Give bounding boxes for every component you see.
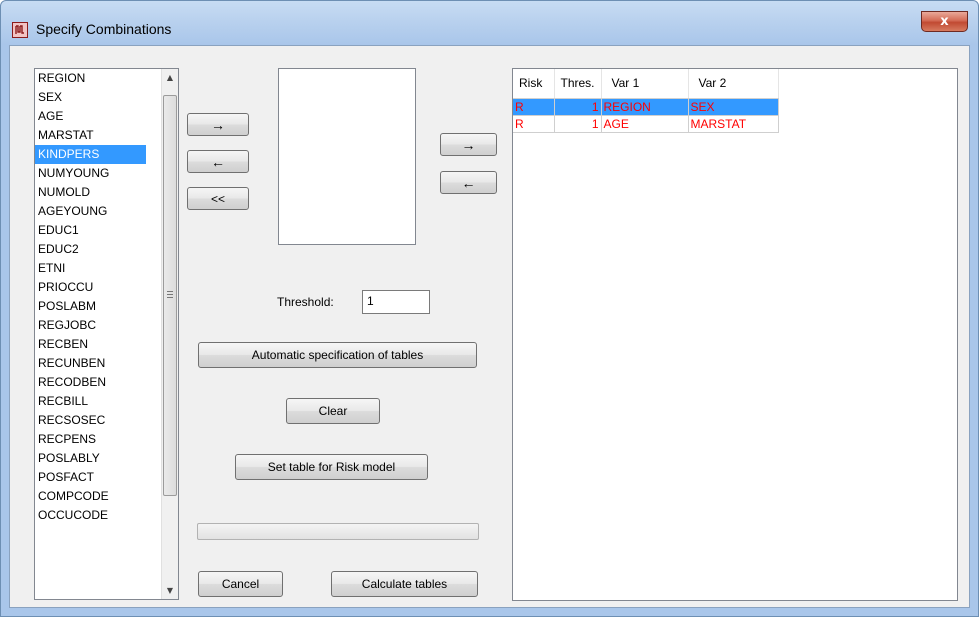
calculate-tables-button[interactable]: Calculate tables — [331, 571, 478, 597]
column-header-risk[interactable]: Risk — [513, 69, 555, 99]
variable-list-item[interactable]: PRIOCCU — [35, 278, 146, 297]
variable-list-item[interactable]: SEX — [35, 88, 146, 107]
variable-list-item[interactable]: NUMOLD — [35, 183, 146, 202]
remove-all-label: << — [210, 191, 225, 206]
variable-list-item[interactable]: REGION — [35, 69, 146, 88]
grip-line — [167, 291, 173, 292]
variable-list-scrollbar[interactable]: ▲ ▼ — [161, 69, 178, 599]
scrollbar-thumb[interactable] — [163, 95, 177, 496]
table-header-row: Risk Thres. Var 1 Var 2 — [513, 69, 779, 99]
grip-line — [167, 294, 173, 295]
table-cell-thres: 1 — [554, 115, 602, 133]
table-cell-risk: R — [513, 98, 555, 116]
add-variable-button[interactable]: → — [187, 113, 249, 136]
table-cell-var1: AGE — [601, 115, 689, 133]
table-row[interactable]: R 1 REGION SEX — [513, 98, 779, 116]
arrow-right-icon: → — [461, 136, 476, 153]
clear-button[interactable]: Clear — [286, 398, 380, 424]
threshold-label: Threshold: — [277, 295, 334, 309]
automatic-specification-label: Automatic specification of tables — [251, 348, 424, 362]
variable-list-item[interactable]: RECUNBEN — [35, 354, 146, 373]
variable-list-item[interactable]: KINDPERS — [35, 145, 146, 164]
variable-list-item[interactable]: OCCUCODE — [35, 506, 146, 525]
remove-variable-button[interactable]: ← — [187, 150, 249, 173]
close-button[interactable]: x — [921, 11, 968, 32]
set-table-risk-model-button[interactable]: Set table for Risk model — [235, 454, 428, 480]
variable-list-item[interactable]: REGJOBC — [35, 316, 146, 335]
variable-list-item[interactable]: COMPCODE — [35, 487, 146, 506]
variable-list-item[interactable]: RECBEN — [35, 335, 146, 354]
variable-list[interactable]: REGION SEX AGE MARSTAT KINDPERS NUMYOUNG NUMOL… — [34, 68, 179, 600]
variable-list-item[interactable]: RECBILL — [35, 392, 146, 411]
variable-list-item[interactable]: POSLABLY — [35, 449, 146, 468]
column-header-thres[interactable]: Thres. — [554, 69, 602, 99]
table-cell-var2: MARSTAT — [688, 115, 779, 133]
remove-all-variables-button[interactable]: << — [187, 187, 249, 210]
variable-list-item[interactable]: RECPENS — [35, 430, 146, 449]
scroll-down-icon[interactable]: ▼ — [162, 582, 178, 599]
arrow-right-icon: → — [211, 116, 225, 133]
table-cell-thres: 1 — [554, 98, 602, 116]
calculate-tables-label: Calculate tables — [361, 577, 448, 591]
variable-list-item[interactable]: EDUC1 — [35, 221, 146, 240]
variable-list-item[interactable]: POSFACT — [35, 468, 146, 487]
set-table-risk-model-label: Set table for Risk model — [267, 460, 396, 474]
column-header-var2[interactable]: Var 2 — [688, 69, 779, 99]
variable-list-item[interactable]: AGE — [35, 107, 146, 126]
variable-list-item[interactable]: NUMYOUNG — [35, 164, 146, 183]
progress-bar — [197, 523, 479, 540]
variable-list-item[interactable]: RECSOSEC — [35, 411, 146, 430]
arrow-left-icon: ← — [211, 153, 225, 170]
variable-list-items: REGION SEX AGE MARSTAT KINDPERS NUMYOUNG NUMOL… — [35, 69, 178, 525]
remove-table-button[interactable]: ← — [440, 171, 497, 194]
add-table-button[interactable]: → — [440, 133, 497, 156]
selected-variables-list[interactable] — [278, 68, 416, 245]
table-cell-var2: SEX — [688, 98, 779, 116]
table-body: R 1 REGION SEX R 1 AGE MARSTAT — [513, 98, 779, 133]
variable-list-item[interactable]: POSLABM — [35, 297, 146, 316]
threshold-input[interactable]: 1 — [362, 290, 430, 314]
grip-line — [167, 297, 173, 298]
column-header-var1[interactable]: Var 1 — [601, 69, 689, 99]
cancel-label: Cancel — [221, 577, 260, 591]
variable-list-item[interactable]: AGEYOUNG — [35, 202, 146, 221]
variable-list-item[interactable]: MARSTAT — [35, 126, 146, 145]
clear-label: Clear — [318, 404, 348, 418]
automatic-specification-button[interactable]: Automatic specification of tables — [198, 342, 477, 368]
variable-list-item[interactable]: RECODBEN — [35, 373, 146, 392]
title-bar[interactable]: Specify Combinations x — [1, 1, 978, 45]
variable-list-item[interactable]: EDUC2 — [35, 240, 146, 259]
table-cell-risk: R — [513, 115, 555, 133]
window-title: Specify Combinations — [36, 21, 172, 37]
arrow-left-icon: ← — [461, 174, 476, 191]
dialog-body: REGION SEX AGE MARSTAT KINDPERS NUMYOUNG NUMOL… — [9, 45, 970, 608]
cancel-button[interactable]: Cancel — [198, 571, 283, 597]
app-icon — [12, 22, 28, 38]
table-row[interactable]: R 1 AGE MARSTAT — [513, 115, 779, 133]
scroll-up-icon[interactable]: ▲ — [162, 69, 178, 86]
close-icon: x — [940, 14, 949, 29]
tables-grid[interactable]: Risk Thres. Var 1 Var 2 R 1 REGION SEX R 1 AGE… — [513, 69, 779, 133]
tables-panel[interactable]: Risk Thres. Var 1 Var 2 R 1 REGION SEX R 1 AGE… — [512, 68, 958, 601]
table-cell-var1: REGION — [601, 98, 689, 116]
specify-combinations-window: Specify Combinations x REGION SEX AGE MARST… — [0, 0, 979, 617]
variable-list-item[interactable]: ETNI — [35, 259, 146, 278]
